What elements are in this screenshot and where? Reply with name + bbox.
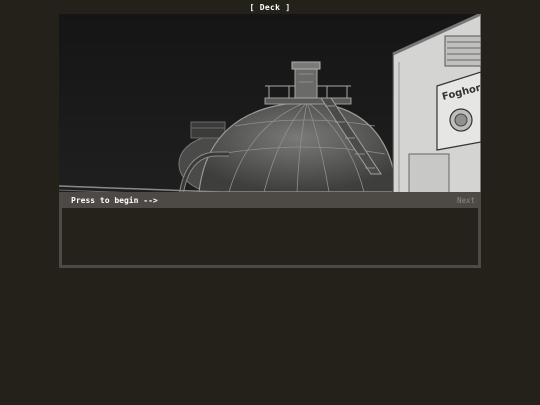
next-button[interactable]: Next xyxy=(457,195,475,206)
game-screen: [ Deck ] Foghorn Press to begin --> Next xyxy=(0,0,540,405)
location-title: [ Deck ] xyxy=(249,3,291,12)
dialog-box: Press to begin --> Next xyxy=(59,192,481,268)
dialog-text-area[interactable] xyxy=(62,208,478,265)
start-prompt[interactable]: Press to begin --> xyxy=(71,195,158,206)
dialog-header-bar: Press to begin --> Next xyxy=(59,192,481,208)
